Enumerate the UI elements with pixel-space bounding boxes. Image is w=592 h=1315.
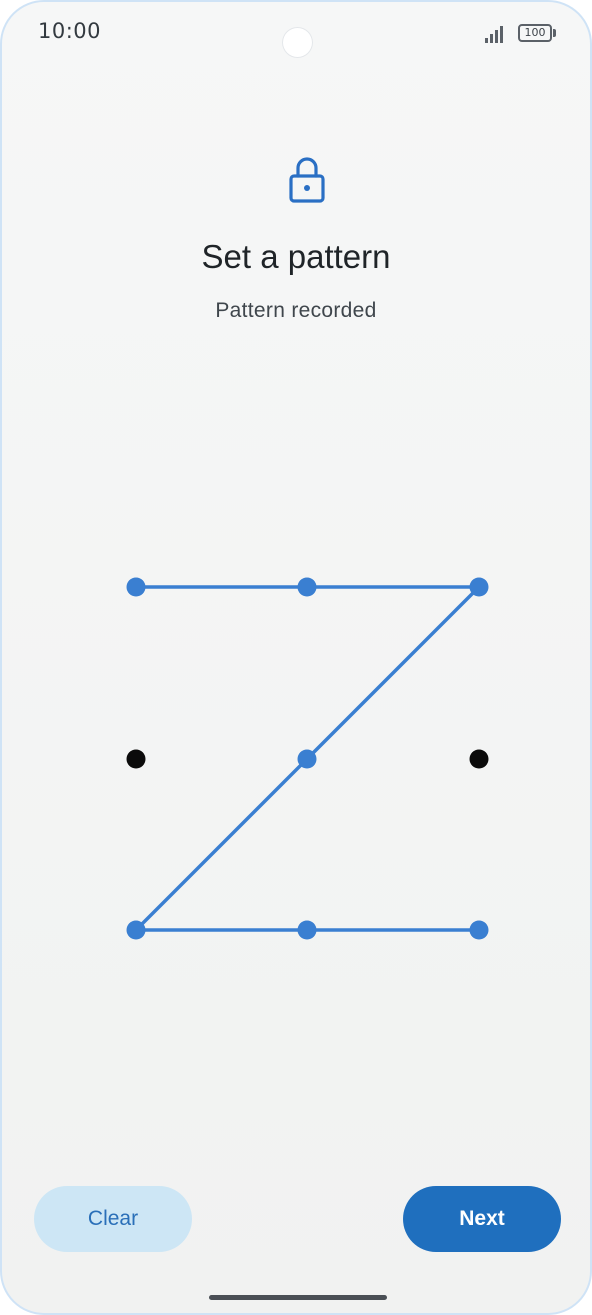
pattern-dot-6[interactable] xyxy=(469,749,489,769)
pattern-dot-8[interactable] xyxy=(297,920,317,940)
next-button[interactable]: Next xyxy=(403,1186,561,1252)
pattern-dot-4[interactable] xyxy=(126,749,146,769)
pattern-dot-2[interactable] xyxy=(297,577,317,597)
pattern-dot-1[interactable] xyxy=(126,577,146,597)
pattern-grid[interactable] xyxy=(2,2,592,1315)
clear-button[interactable]: Clear xyxy=(34,1186,192,1252)
pattern-dot-3[interactable] xyxy=(469,577,489,597)
pattern-dot-5[interactable] xyxy=(297,749,317,769)
pattern-line xyxy=(134,757,309,932)
pattern-dot-9[interactable] xyxy=(469,920,489,940)
pattern-dot-7[interactable] xyxy=(126,920,146,940)
home-indicator[interactable] xyxy=(209,1295,387,1300)
phone-screen: 10:00 100 Set a pattern Pattern recorded… xyxy=(0,0,592,1315)
pattern-line xyxy=(305,585,481,761)
